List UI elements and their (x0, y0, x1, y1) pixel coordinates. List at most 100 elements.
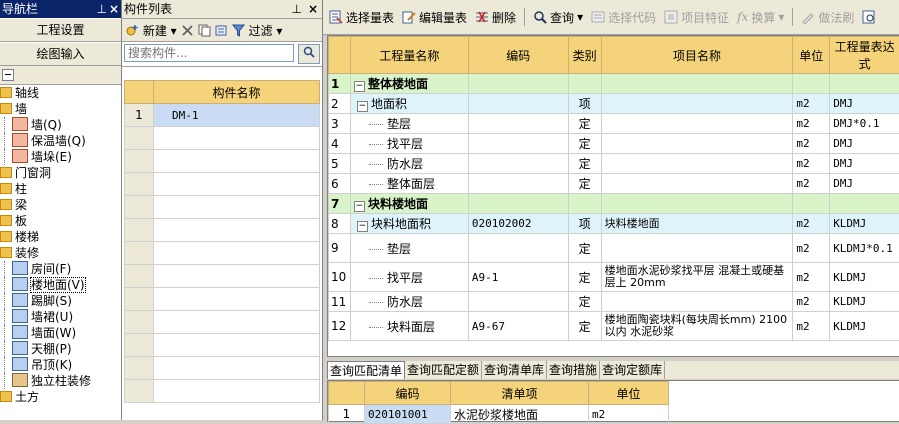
quantity-name-cell[interactable]: 防水层 (350, 292, 468, 312)
quantity-row[interactable]: 6整体面层定m2DMJ (329, 174, 899, 194)
item-name-cell[interactable] (601, 234, 793, 263)
tree-item[interactable]: 墙面(W) (0, 325, 121, 341)
quantity-row[interactable]: 7−块料楼地面 (329, 194, 899, 214)
unit-cell[interactable]: m2 (793, 292, 830, 312)
item-feature-button[interactable]: 项目特征 (662, 9, 731, 26)
quantity-row[interactable]: 9垫层定m2KLDMJ*0.1 (329, 234, 899, 263)
expression-cell[interactable]: DMJ (830, 154, 899, 174)
code-cell[interactable] (468, 114, 568, 134)
quantity-row[interactable]: 10找平层A9-1定楼地面水泥砂浆找平层 混凝土或硬基层上 20mmm2KLDM… (329, 263, 899, 292)
pin-icon[interactable]: ⊥ (292, 0, 302, 18)
filter-button[interactable]: 过滤 ▾ (232, 22, 283, 39)
expression-cell[interactable]: DMJ (830, 134, 899, 154)
expression-cell[interactable]: DMJ*0.1 (830, 114, 899, 134)
item-name-cell[interactable]: 块料楼地面 (601, 214, 793, 234)
expression-cell[interactable]: KLDMJ (830, 292, 899, 312)
item-name-cell[interactable] (601, 174, 793, 194)
unit-cell[interactable]: m2 (793, 94, 830, 114)
collapse-icon[interactable]: − (354, 201, 365, 212)
search-icon[interactable] (298, 44, 320, 64)
category-cell[interactable]: 定 (568, 134, 601, 154)
code-cell[interactable] (468, 292, 568, 312)
quantity-name-cell[interactable]: 垫层 (350, 234, 468, 263)
method-brush-button[interactable]: 做法刷 (799, 9, 856, 26)
component-row[interactable]: 1DM-1 (125, 104, 320, 127)
quantity-name-cell[interactable]: 整体面层 (350, 174, 468, 194)
quantity-row[interactable]: 4找平层定m2DMJ (329, 134, 899, 154)
quantity-name-cell[interactable]: −整体楼地面 (350, 74, 468, 94)
query-tab[interactable]: 查询匹配定额 (405, 361, 482, 379)
code-cell[interactable] (468, 74, 568, 94)
tree-item[interactable]: 保温墙(Q) (0, 133, 121, 149)
code-cell[interactable]: 020102002 (468, 214, 568, 234)
drawing-input-button[interactable]: 绘图输入 (0, 42, 121, 66)
quantity-row[interactable]: 3垫层定m2DMJ*0.1 (329, 114, 899, 134)
unit-cell[interactable]: m2 (793, 134, 830, 154)
tree-item[interactable]: 门窗洞 (0, 165, 121, 181)
item-name-cell[interactable]: 楼地面陶瓷块料(每块周长mm) 2100以内 水泥砂浆 (601, 312, 793, 341)
category-cell[interactable] (568, 194, 601, 214)
column-header[interactable]: 单位 (589, 382, 669, 405)
project-settings-button[interactable]: 工程设置 (0, 18, 121, 42)
unit-cell[interactable] (793, 194, 830, 214)
category-cell[interactable]: 项 (568, 94, 601, 114)
query-tab[interactable]: 查询匹配清单 (327, 361, 405, 379)
unit-cell[interactable]: m2 (793, 214, 830, 234)
pin-icon[interactable]: ⊥ (97, 0, 107, 18)
category-cell[interactable]: 项 (568, 214, 601, 234)
quantity-name-cell[interactable]: 找平层 (350, 134, 468, 154)
unit-cell[interactable]: m2 (589, 405, 669, 424)
category-cell[interactable]: 定 (568, 154, 601, 174)
expression-cell[interactable]: KLDMJ (830, 312, 899, 341)
item-name-cell[interactable] (601, 94, 793, 114)
tree-item[interactable]: 墙裙(U) (0, 309, 121, 325)
query-tab[interactable]: 查询措施 (547, 361, 600, 379)
unit-cell[interactable]: m2 (793, 174, 830, 194)
layer-copy-icon[interactable] (215, 24, 228, 37)
query-result-row[interactable]: 1020101001水泥砂浆楼地面m2 (329, 405, 669, 424)
tree-item[interactable]: 踢脚(S) (0, 293, 121, 309)
code-cell[interactable]: A9-1 (468, 263, 568, 292)
item-name-cell[interactable] (601, 74, 793, 94)
quantity-row[interactable]: 5防水层定m2DMJ (329, 154, 899, 174)
quantity-row[interactable]: 11防水层定m2KLDMJ (329, 292, 899, 312)
collapse-icon[interactable]: − (357, 221, 368, 232)
quantity-row[interactable]: 12块料面层A9-67定楼地面陶瓷块料(每块周长mm) 2100以内 水泥砂浆m… (329, 312, 899, 341)
component-name[interactable]: DM-1 (154, 104, 320, 127)
category-cell[interactable]: 定 (568, 174, 601, 194)
query-tab[interactable]: 查询定额库 (600, 361, 665, 379)
column-header[interactable]: 编码 (468, 37, 568, 74)
tree-item[interactable]: 楼梯 (0, 229, 121, 245)
close-icon[interactable]: × (308, 0, 318, 18)
tree-item[interactable]: 天棚(P) (0, 341, 121, 357)
unit-cell[interactable]: m2 (793, 114, 830, 134)
column-header[interactable]: 清单项 (451, 382, 589, 405)
item-name-cell[interactable] (601, 194, 793, 214)
tree-item[interactable]: 吊顶(K) (0, 357, 121, 373)
delete-icon[interactable] (181, 24, 194, 37)
expression-cell[interactable]: KLDMJ (830, 263, 899, 292)
code-cell[interactable]: A9-67 (468, 312, 568, 341)
component-search-input[interactable] (124, 44, 294, 62)
quantity-name-cell[interactable]: −块料地面积 (350, 214, 468, 234)
category-cell[interactable]: 定 (568, 263, 601, 292)
tree-item[interactable]: 楼地面(V) (0, 277, 121, 293)
tree-item[interactable]: 独立柱装修 (0, 373, 121, 389)
convert-button[interactable]: fx 换算 ▾ (735, 9, 786, 26)
preview-button[interactable] (860, 10, 878, 24)
column-header[interactable]: 编码 (365, 382, 451, 405)
tree-item[interactable]: 板 (0, 213, 121, 229)
expression-cell[interactable]: DMJ (830, 94, 899, 114)
code-cell[interactable] (468, 174, 568, 194)
column-header[interactable]: 工程量名称 (350, 37, 468, 74)
code-cell[interactable] (468, 234, 568, 263)
quantity-row[interactable]: 2−地面积项m2DMJ (329, 94, 899, 114)
tree-item[interactable]: 墙垛(E) (0, 149, 121, 165)
code-cell[interactable] (468, 134, 568, 154)
unit-cell[interactable]: m2 (793, 312, 830, 341)
item-name-cell[interactable] (601, 154, 793, 174)
code-cell[interactable] (468, 194, 568, 214)
item-name-cell[interactable] (601, 114, 793, 134)
select-code-button[interactable]: 选择代码 (589, 9, 658, 26)
unit-cell[interactable]: m2 (793, 263, 830, 292)
